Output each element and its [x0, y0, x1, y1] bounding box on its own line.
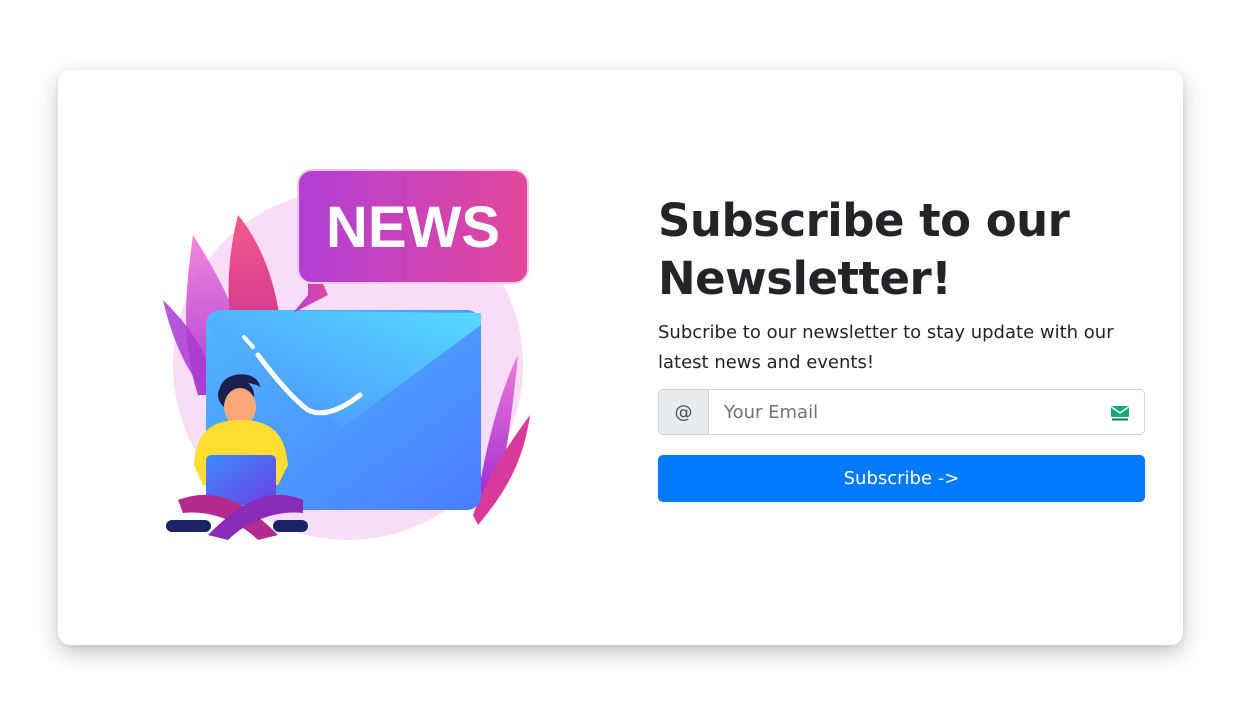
newsletter-illustration: NEWS: [163, 169, 530, 540]
newsletter-content: Subscribe to our Newsletter! Subcribe to…: [658, 192, 1145, 502]
page-title: Subscribe to our Newsletter!: [658, 194, 1070, 305]
news-text: NEWS: [326, 195, 500, 260]
newsletter-card: NEWS Subscribe to our Newsletter! Subcri…: [58, 70, 1183, 645]
email-input-wrapper: [709, 390, 1144, 434]
person-shoe-right: [273, 520, 308, 532]
newsletter-description: Subcribe to our newsletter to stay updat…: [658, 322, 1114, 373]
email-input-group: @: [658, 389, 1145, 435]
person-shoe-left: [166, 520, 211, 532]
tempmail-extension-icon[interactable]: [1110, 404, 1130, 422]
email-input[interactable]: [709, 390, 1144, 434]
subscribe-button[interactable]: Subscribe ->: [658, 455, 1145, 502]
at-sign-prefix: @: [659, 390, 709, 434]
